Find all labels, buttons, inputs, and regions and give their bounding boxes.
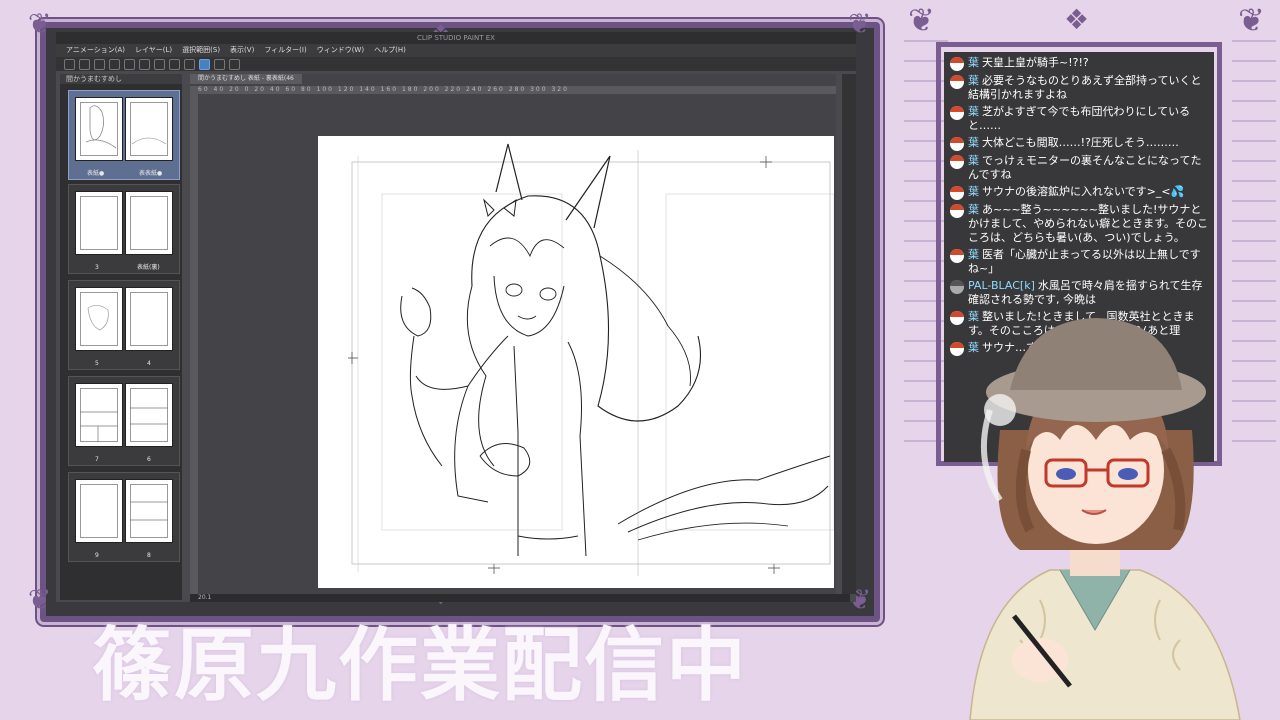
menu-window[interactable]: ウィンドウ(W) bbox=[317, 44, 364, 57]
corner-ornament-icon: ❦ bbox=[28, 7, 52, 40]
menu-help[interactable]: ヘルプ(H) bbox=[374, 44, 406, 57]
chat-author: 葉 bbox=[968, 185, 979, 198]
menu-bar: アニメーション(A) レイヤー(L) 選択範囲(S) 表示(V) フィルター(I… bbox=[56, 44, 856, 57]
panel-tab[interactable]: 間かうまむすめし bbox=[60, 74, 182, 84]
page-label: 表表紙● bbox=[139, 170, 163, 177]
horizontal-ruler: 60 40 20 0 20 40 60 80 100 120 140 160 1… bbox=[198, 86, 836, 94]
status-bar: 20.1 bbox=[190, 594, 850, 602]
page-thumb-2-3[interactable]: 3 表紙(裏) bbox=[68, 184, 180, 274]
chat-text: サウナの後溶鉱炉に入れないです>_<💦 bbox=[982, 185, 1185, 198]
corner-ornament-icon: ❦ bbox=[1238, 1, 1265, 39]
avatar bbox=[950, 249, 964, 263]
chat-author: PAL-BLAC[k] bbox=[968, 279, 1035, 292]
command-bar bbox=[56, 57, 856, 71]
snap-grid-icon[interactable] bbox=[199, 58, 210, 70]
vtuber-avatar bbox=[969, 318, 1241, 720]
page-sheet bbox=[75, 97, 123, 161]
avatar bbox=[950, 57, 964, 71]
sketch-thumb bbox=[131, 137, 167, 145]
avatar bbox=[950, 155, 964, 169]
transform-icon[interactable] bbox=[154, 58, 165, 70]
menu-animation[interactable]: アニメーション(A) bbox=[66, 44, 125, 57]
chat-text: 大体どこも閲取……!?圧死しそう……… bbox=[982, 136, 1179, 149]
avatar bbox=[950, 106, 964, 120]
chat-message: 葉サウナの後溶鉱炉に入れないです>_<💦 bbox=[950, 185, 1210, 200]
page-label: 4 bbox=[147, 360, 151, 367]
save-icon[interactable] bbox=[94, 58, 105, 70]
avatar bbox=[950, 75, 964, 89]
chat-author: 葉 bbox=[968, 105, 979, 118]
new-file-icon[interactable] bbox=[64, 58, 75, 70]
zoom-value[interactable]: 20.1 bbox=[198, 594, 211, 601]
chat-text: 医者「心臓が止まってる以外は以上無しですね~」 bbox=[968, 248, 1201, 275]
page-label: 8 bbox=[147, 552, 151, 559]
redo-icon[interactable] bbox=[124, 58, 135, 70]
avatar bbox=[950, 204, 964, 218]
menu-layer[interactable]: レイヤー(L) bbox=[135, 44, 172, 57]
chat-text: 芝がよすぎて今でも布団代わりにしていると…… bbox=[968, 105, 1191, 132]
top-ornament-icon: ❖ bbox=[1064, 3, 1090, 36]
chat-text: 天皇上皇が騎手~!?!? bbox=[982, 56, 1089, 69]
page-thumb-6-7[interactable]: 7 6 bbox=[68, 376, 180, 466]
page-label: 表紙● bbox=[87, 170, 105, 177]
drawing-paper[interactable] bbox=[318, 136, 835, 588]
clip-studio-window: CLIP STUDIO PAINT EX アニメーション(A) レイヤー(L) … bbox=[56, 32, 856, 602]
panel-layout-thumb bbox=[130, 407, 168, 425]
undo-icon[interactable] bbox=[109, 58, 120, 70]
document-tab[interactable]: 間かうまむすめし 表紙 - 裏表紙(46 bbox=[190, 74, 302, 84]
clear-icon[interactable] bbox=[139, 58, 150, 70]
chat-message: 葉でっけぇモニターの裏そんなことになってたんですね bbox=[950, 154, 1210, 182]
chat-message: 葉天皇上皇が騎手~!?!? bbox=[950, 56, 1210, 71]
fill-icon[interactable] bbox=[169, 58, 180, 70]
avatar bbox=[950, 280, 964, 294]
menu-filter[interactable]: フィルター(I) bbox=[264, 44, 306, 57]
panel-layout-thumb bbox=[80, 411, 118, 442]
stream-banner: 篠原九作業配信中 bbox=[92, 619, 748, 712]
chat-message: 葉医者「心臓が止まってる以外は以上無しですね~」 bbox=[950, 248, 1210, 276]
settings-icon[interactable] bbox=[229, 58, 240, 70]
sketch-thumb bbox=[85, 105, 117, 149]
chat-author: 葉 bbox=[968, 56, 979, 69]
page-label: 9 bbox=[95, 552, 99, 559]
sketch-thumb bbox=[87, 305, 109, 331]
menu-selection[interactable]: 選択範囲(S) bbox=[182, 44, 220, 57]
chat-text: 必要そうなものとりあえず全部持っていくと結構引かれますよね bbox=[968, 74, 1202, 101]
chat-message: 葉必要そうなものとりあえず全部持っていくと結構引かれますよね bbox=[950, 74, 1210, 102]
window-title: CLIP STUDIO PAINT EX bbox=[56, 32, 856, 44]
right-toolbar[interactable] bbox=[842, 74, 856, 594]
avatar bbox=[950, 186, 964, 200]
page-label: 7 bbox=[95, 456, 99, 463]
chat-message: 葉大体どこも閲取……!?圧死しそう……… bbox=[950, 136, 1210, 151]
corner-ornament-icon: ❦ bbox=[908, 1, 935, 39]
page-sheet bbox=[125, 97, 173, 161]
chat-author: 葉 bbox=[968, 136, 979, 149]
open-file-icon[interactable] bbox=[79, 58, 90, 70]
canvas-area[interactable]: 間かうまむすめし 表紙 - 裏表紙(46 60 40 20 0 20 40 60… bbox=[190, 74, 836, 594]
chat-text: でっけぇモニターの裏そんなことになってたんですね bbox=[968, 154, 1202, 181]
chat-text: あ~~~整う~~~~~~整いました!サウナとかけまして、やめられない癖とときます… bbox=[968, 203, 1209, 244]
chat-author: 葉 bbox=[968, 248, 979, 261]
corner-ornament-icon: ❦ bbox=[28, 583, 52, 616]
page-label: 表紙(裏) bbox=[137, 264, 160, 271]
chat-author: 葉 bbox=[968, 203, 979, 216]
page-manager-panel: 間かうまむすめし 表紙● 表表紙● 3 表紙(裏) 5 4 7 6 9 8 bbox=[60, 74, 182, 600]
panel-layout-thumb bbox=[130, 501, 168, 521]
page-thumb-cover[interactable]: 表紙● 表表紙● bbox=[68, 90, 180, 180]
chat-message: 葉芝がよすぎて今でも布団代わりにしていると…… bbox=[950, 105, 1210, 133]
menu-view[interactable]: 表示(V) bbox=[230, 44, 254, 57]
page-label: 3 bbox=[95, 264, 99, 271]
snap-perspective-icon[interactable] bbox=[214, 58, 225, 70]
page-thumb-8-9[interactable]: 9 8 bbox=[68, 472, 180, 562]
line-art-drawing bbox=[348, 143, 835, 576]
avatar bbox=[950, 137, 964, 151]
vertical-ruler bbox=[190, 86, 198, 594]
chat-author: 葉 bbox=[968, 74, 979, 87]
chat-author: 葉 bbox=[968, 154, 979, 167]
page-label: 5 bbox=[95, 360, 99, 367]
chat-message: 葉あ~~~整う~~~~~~整いました!サウナとかけまして、やめられない癖とときま… bbox=[950, 203, 1210, 245]
snap-ruler-icon[interactable] bbox=[184, 58, 195, 70]
page-label: 6 bbox=[147, 456, 151, 463]
page-thumb-4-5[interactable]: 5 4 bbox=[68, 280, 180, 370]
